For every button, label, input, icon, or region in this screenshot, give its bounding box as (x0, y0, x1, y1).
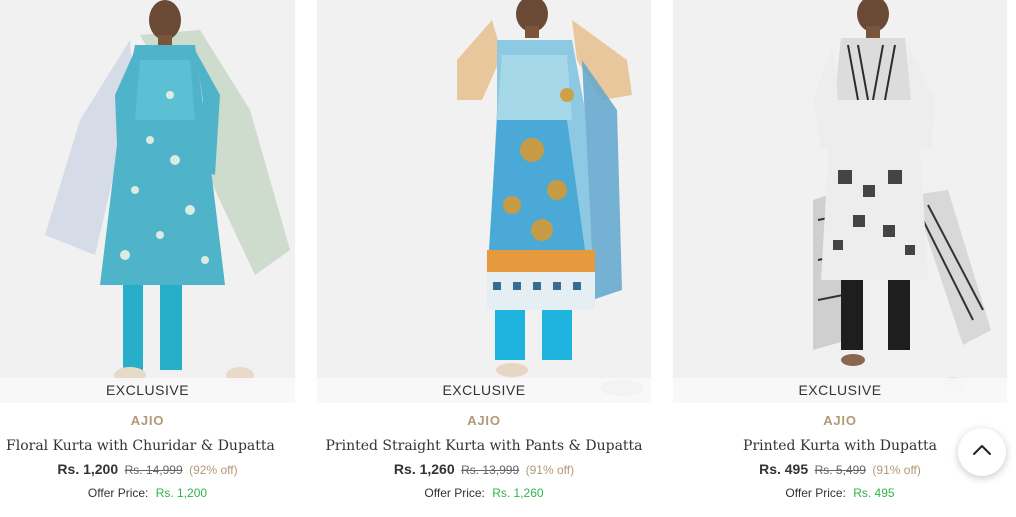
offer-price: Rs. 495 (853, 486, 895, 500)
scroll-to-top-button[interactable] (958, 428, 1006, 476)
discount-label: (91% off) (525, 463, 575, 477)
exclusive-badge: EXCLUSIVE (317, 378, 651, 403)
product-brand: AJIO (130, 413, 165, 428)
product-card[interactable]: EXCLUSIVE AJIO Printed Straight Kurta wi… (317, 0, 651, 517)
product-info: AJIO Printed Straight Kurta with Pants &… (317, 412, 651, 502)
product-grid: EXCLUSIVE AJIO Floral Kurta with Churida… (0, 0, 1016, 517)
product-name[interactable]: Floral Kurta with Churidar & Dupatta (0, 436, 295, 456)
offer-price: Rs. 1,200 (155, 486, 208, 500)
product-image[interactable] (0, 0, 295, 403)
chevron-up-icon (972, 443, 992, 461)
discount-label: (91% off) (872, 463, 921, 477)
exclusive-badge: EXCLUSIVE (0, 378, 295, 403)
price-row: Rs. 495 Rs. 5,499 (91% off) (673, 460, 1007, 478)
product-price: Rs. 495 (759, 461, 809, 477)
product-price: Rs. 1,260 (393, 461, 455, 477)
offer-row: Offer Price: Rs. 495 (673, 484, 1007, 502)
product-card[interactable]: EXCLUSIVE AJIO Floral Kurta with Churida… (0, 0, 295, 517)
discount-label: (92% off) (189, 463, 238, 477)
product-info: AJIO Floral Kurta with Churidar & Dupatt… (0, 412, 295, 502)
product-name[interactable]: Printed Kurta with Dupatta (673, 436, 1007, 456)
offer-row: Offer Price: Rs. 1,200 (0, 484, 295, 502)
product-brand: AJIO (823, 413, 857, 428)
price-row: Rs. 1,260 Rs. 13,999 (91% off) (317, 460, 651, 478)
offer-row: Offer Price: Rs. 1,260 (317, 484, 651, 502)
original-price: Rs. 13,999 (461, 463, 520, 477)
original-price: Rs. 5,499 (814, 463, 866, 477)
original-price: Rs. 14,999 (124, 463, 183, 477)
product-card[interactable]: EXCLUSIVE AJIO Printed Kurta with Dupatt… (673, 0, 1007, 517)
product-info: AJIO Printed Kurta with Dupatta Rs. 495 … (673, 412, 1007, 502)
product-image[interactable] (673, 0, 1007, 403)
product-name[interactable]: Printed Straight Kurta with Pants & Dupa… (317, 436, 651, 456)
product-brand: AJIO (467, 413, 501, 428)
exclusive-badge: EXCLUSIVE (673, 378, 1007, 403)
price-row: Rs. 1,200 Rs. 14,999 (92% off) (0, 460, 295, 478)
product-price: Rs. 1,200 (57, 461, 119, 477)
offer-label: Offer Price: (785, 486, 846, 500)
product-image[interactable] (317, 0, 651, 403)
offer-label: Offer Price: (87, 486, 149, 500)
offer-price: Rs. 1,260 (492, 486, 544, 500)
offer-label: Offer Price: (424, 486, 485, 500)
